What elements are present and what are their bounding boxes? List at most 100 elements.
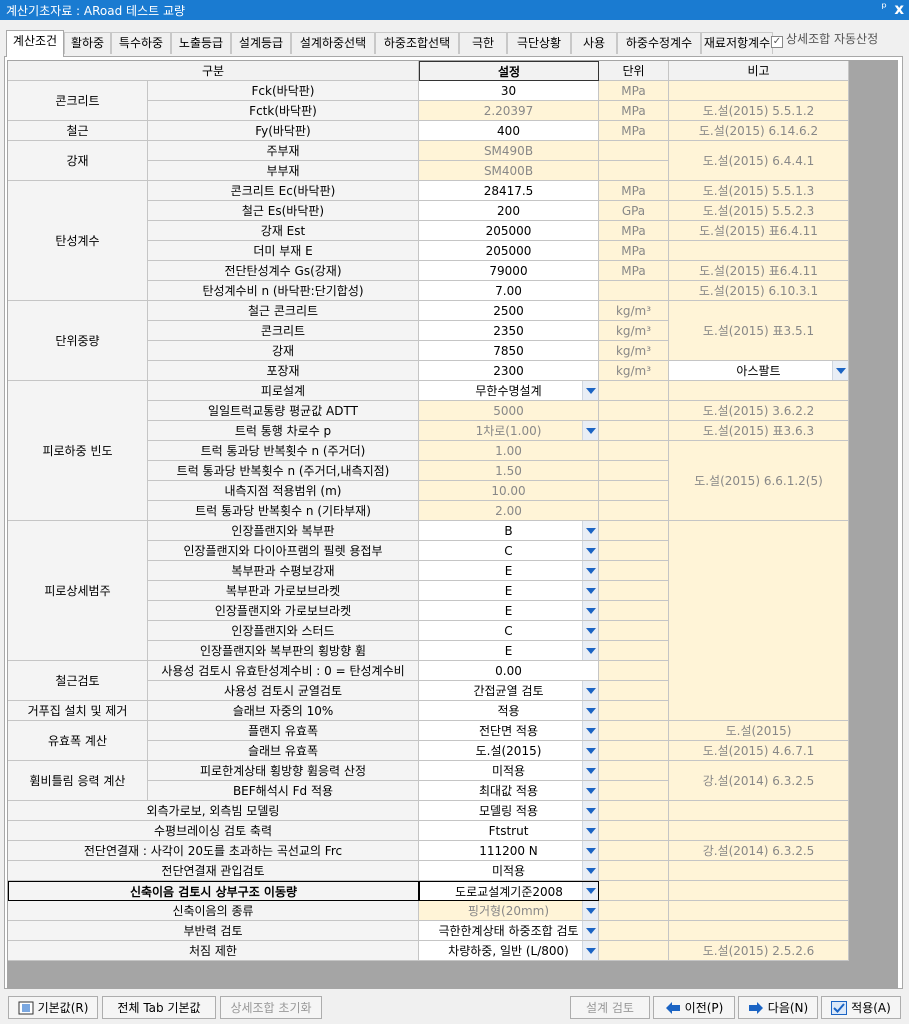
setting-dropdown[interactable]: 미적용 — [419, 761, 599, 781]
chevron-down-icon[interactable] — [582, 861, 598, 880]
reset-detail-combo-button[interactable]: 상세조합 초기화 — [220, 996, 322, 1019]
setting-value[interactable]: 2300 — [419, 361, 599, 381]
setting-dropdown[interactable]: 적용 — [419, 701, 599, 721]
tab-extreme[interactable]: 극단상황 — [507, 32, 571, 54]
tab-ultimate[interactable]: 극한 — [459, 32, 507, 54]
setting-dropdown[interactable]: 도.설(2015) — [419, 741, 599, 761]
setting-value[interactable]: 2.20397 — [419, 101, 599, 121]
tab-special-load[interactable]: 특수하중 — [111, 32, 171, 54]
setting-dropdown[interactable]: 차량하중, 일반 (L/800) — [419, 941, 599, 961]
chevron-down-icon[interactable] — [582, 841, 598, 860]
setting-dropdown[interactable]: E — [419, 641, 599, 661]
checkbox-icon[interactable]: ✓ — [771, 36, 783, 48]
setting-value[interactable]: 2500 — [419, 301, 599, 321]
tab-exposure-class[interactable]: 노출등급 — [171, 32, 231, 54]
setting-value[interactable]: 205000 — [419, 241, 599, 261]
chevron-down-icon[interactable] — [582, 421, 598, 440]
setting-value[interactable]: 205000 — [419, 221, 599, 241]
chevron-down-icon[interactable] — [582, 381, 598, 400]
setting-value[interactable]: 28417.5 — [419, 181, 599, 201]
setting-label: 인장플랜지와 복부판 — [148, 521, 419, 541]
tab-load-combo-select[interactable]: 하중조합선택 — [375, 32, 459, 54]
chevron-down-icon[interactable] — [582, 701, 598, 720]
chevron-down-icon[interactable] — [582, 521, 598, 540]
apply-button[interactable]: 적용(A) — [821, 996, 901, 1019]
chevron-down-icon[interactable] — [582, 561, 598, 580]
setting-dropdown[interactable]: B — [419, 521, 599, 541]
setting-value[interactable]: 200 — [419, 201, 599, 221]
tab-live-load[interactable]: 활하중 — [64, 32, 111, 54]
col-header-unit: 단위 — [599, 61, 669, 81]
setting-value[interactable]: 400 — [419, 121, 599, 141]
tab-calc-conditions[interactable]: 계산조건 — [6, 30, 64, 57]
auto-detail-combo-checkbox[interactable]: ✓ 상세조합 자동산정 — [771, 30, 878, 48]
chevron-down-icon[interactable] — [582, 621, 598, 640]
setting-label: 슬래브 자중의 10% — [148, 701, 419, 721]
setting-dropdown[interactable]: C — [419, 621, 599, 641]
chevron-down-icon[interactable] — [582, 541, 598, 560]
setting-value[interactable]: 2350 — [419, 321, 599, 341]
pin-icon[interactable]: ᵖ — [881, 1, 887, 16]
setting-dropdown[interactable]: 1차로(1.00) — [419, 421, 599, 441]
design-check-button[interactable]: 설계 검토 — [570, 996, 650, 1019]
tab-resistance-factor[interactable]: 재료저항계수 — [701, 32, 773, 54]
setting-dropdown[interactable]: 모델링 적용 — [419, 801, 599, 821]
setting-value[interactable]: 79000 — [419, 261, 599, 281]
setting-value[interactable]: 0.00 — [419, 661, 599, 681]
paving-material-dropdown[interactable]: 아스팔트 — [669, 361, 849, 381]
chevron-down-icon[interactable] — [582, 821, 598, 840]
setting-dropdown[interactable]: 극한한계상태 하중조합 검토 — [419, 921, 599, 941]
setting-value[interactable]: 10.00 — [419, 481, 599, 501]
setting-value[interactable]: 7850 — [419, 341, 599, 361]
unit-cell — [599, 421, 669, 441]
setting-dropdown[interactable]: 무한수명설계 — [419, 381, 599, 401]
tab-service[interactable]: 사용 — [571, 32, 617, 54]
setting-dropdown[interactable]: C — [419, 541, 599, 561]
chevron-down-icon[interactable] — [582, 641, 598, 660]
setting-dropdown[interactable]: E — [419, 601, 599, 621]
chevron-down-icon[interactable] — [582, 601, 598, 620]
chevron-down-icon[interactable] — [582, 801, 598, 820]
chevron-down-icon[interactable] — [582, 941, 598, 960]
setting-value[interactable]: 1.00 — [419, 441, 599, 461]
note-cell: 도.설(2015) 3.6.2.2 — [669, 401, 849, 421]
setting-value[interactable]: SM400B — [419, 161, 599, 181]
setting-value[interactable]: 30 — [419, 81, 599, 101]
setting-dropdown[interactable]: 도로교설계기준2008 — [419, 881, 599, 901]
setting-dropdown[interactable]: 간접균열 검토 — [419, 681, 599, 701]
chevron-down-icon[interactable] — [582, 882, 598, 900]
setting-dropdown[interactable]: E — [419, 581, 599, 601]
chevron-down-icon[interactable] — [582, 741, 598, 760]
chevron-down-icon[interactable] — [582, 761, 598, 780]
chevron-down-icon[interactable] — [582, 581, 598, 600]
chevron-down-icon[interactable] — [832, 361, 848, 380]
prev-button[interactable]: 이전(P) — [653, 996, 735, 1019]
chevron-down-icon[interactable] — [582, 921, 598, 940]
setting-dropdown[interactable]: 111200 N — [419, 841, 599, 861]
chevron-down-icon[interactable] — [582, 901, 598, 920]
next-button[interactable]: 다음(N) — [738, 996, 818, 1019]
tab-load-modifier[interactable]: 하중수정계수 — [617, 32, 701, 54]
setting-value[interactable]: 5000 — [419, 401, 599, 421]
setting-value[interactable]: 7.00 — [419, 281, 599, 301]
setting-label: 철근 콘크리트 — [148, 301, 419, 321]
setting-dropdown[interactable]: 전단면 적용 — [419, 721, 599, 741]
default-value-button[interactable]: 기본값(R) — [8, 996, 98, 1019]
all-tab-default-button[interactable]: 전체 Tab 기본값 — [102, 996, 216, 1019]
setting-dropdown[interactable]: 최대값 적용 — [419, 781, 599, 801]
chevron-down-icon[interactable] — [582, 681, 598, 700]
setting-value[interactable]: 2.00 — [419, 501, 599, 521]
setting-dropdown[interactable]: 핑거형(20mm) — [419, 901, 599, 921]
setting-dropdown[interactable]: E — [419, 561, 599, 581]
chevron-down-icon[interactable] — [582, 721, 598, 740]
tab-design-class[interactable]: 설계등급 — [231, 32, 291, 54]
setting-value[interactable]: SM490B — [419, 141, 599, 161]
setting-dropdown[interactable]: Ftstrut — [419, 821, 599, 841]
close-icon[interactable]: x — [894, 0, 904, 18]
unit-cell — [599, 841, 669, 861]
setting-value[interactable]: 1.50 — [419, 461, 599, 481]
chevron-down-icon[interactable] — [582, 781, 598, 800]
unit-cell — [599, 681, 669, 701]
tab-design-load-select[interactable]: 설계하중선택 — [291, 32, 375, 54]
setting-dropdown[interactable]: 미적용 — [419, 861, 599, 881]
